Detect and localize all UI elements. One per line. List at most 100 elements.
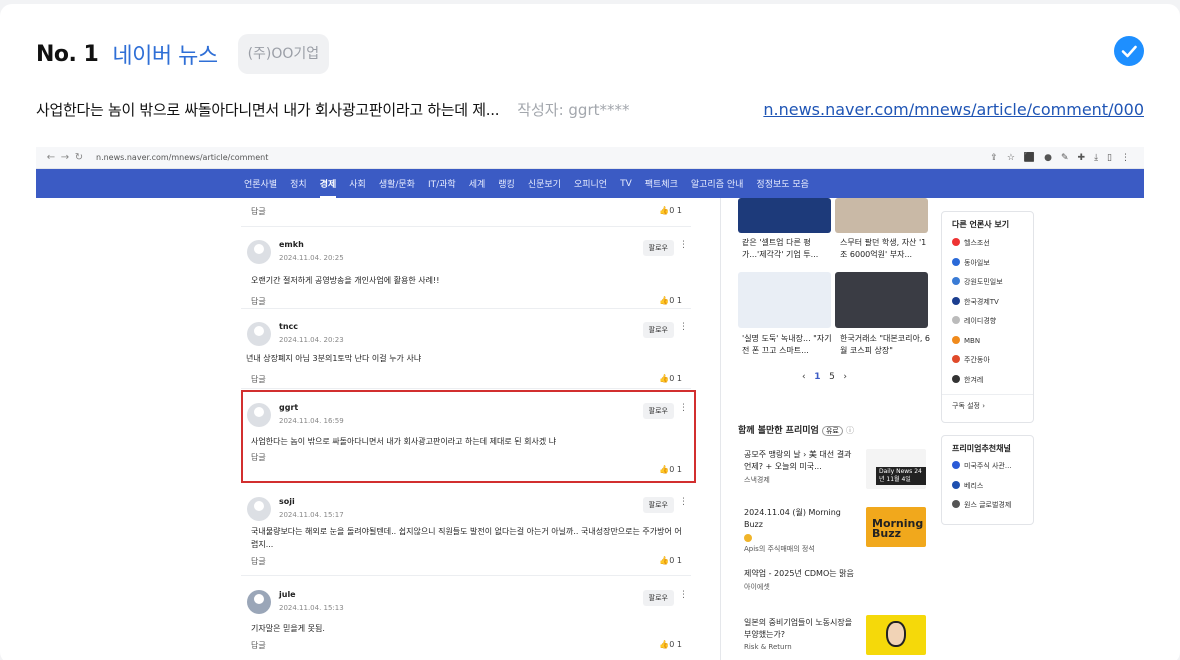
reply-button[interactable]: 답글 [251, 206, 266, 217]
premium-item[interactable]: 2024.11.04 (월) Morning Buzz Apis의 주식매매의 … [744, 507, 926, 554]
news-thumbnail[interactable] [738, 198, 831, 233]
press-item[interactable]: 주간동아 [942, 351, 1033, 371]
menu-icon[interactable]: ⋮ [1121, 153, 1130, 163]
subscription-settings[interactable]: 구독 설정 › [942, 394, 1033, 417]
nav-item[interactable]: 랭킹 [498, 177, 515, 190]
vote-counts[interactable]: 👍0 1 [659, 296, 682, 305]
site-name[interactable]: 네이버 뉴스 [112, 38, 218, 70]
recommend-box-title: 프리미엄추천채널 [952, 444, 1011, 453]
check-icon[interactable] [1114, 36, 1144, 66]
premium-title: 함께 볼만한 프리미엄 유료 ⓘ [738, 426, 854, 436]
nav-item-active[interactable]: 경제 [319, 177, 337, 198]
news-caption[interactable]: '실명 도둑' 녹내장... "자기 전 폰 끄고 스마트... [742, 333, 832, 357]
extension-icon[interactable]: ⬛ [1024, 153, 1035, 163]
press-item[interactable]: 레이디경향 [942, 312, 1033, 332]
nav-item[interactable]: IT/과학 [428, 177, 456, 190]
follow-button[interactable]: 팔로우 [642, 240, 674, 256]
record-icon[interactable]: ● [1044, 153, 1052, 163]
news-thumbnail[interactable] [835, 198, 928, 233]
nav-item[interactable]: 오피니언 [574, 177, 607, 190]
premium-image: Morning Buzz [866, 507, 926, 547]
sidepanel-icon[interactable]: ▯ [1107, 153, 1112, 163]
pen-icon[interactable]: ✎ [1061, 153, 1069, 163]
comment-author[interactable]: tncc [279, 322, 298, 331]
press-item[interactable]: MBN [942, 332, 1033, 352]
press-item[interactable]: 헬스조선 [942, 234, 1033, 254]
recommend-box: 프리미엄추천채널 미국주식 사관... 베리스 원스 글로벌경제 [941, 435, 1034, 525]
vote-counts[interactable]: 👍0 1 [659, 374, 682, 383]
follow-button[interactable]: 팔로우 [642, 322, 674, 338]
comment-author[interactable]: jule [279, 590, 296, 599]
nav-item[interactable]: 언론사별 [244, 177, 277, 190]
nav-item[interactable]: TV [620, 179, 632, 189]
paid-badge: 유료 [821, 426, 843, 436]
premium-image: Daily News 24년 11월 4일 [866, 449, 926, 489]
news-thumbnail[interactable] [835, 272, 928, 328]
nav-item[interactable]: 팩트체크 [645, 177, 678, 190]
back-icon[interactable]: ← [44, 152, 58, 163]
press-item[interactable]: 강원도민일보 [942, 273, 1033, 293]
reply-button[interactable]: 답글 [251, 296, 266, 307]
reply-button[interactable]: 답글 [251, 556, 266, 567]
pager-current[interactable]: 1 [814, 372, 820, 382]
share-icon[interactable]: ⇪ [990, 153, 998, 163]
news-caption[interactable]: 같은 '셀트업 다른 평가...'제각각' 기업 투... [742, 237, 832, 261]
press-item[interactable]: 한겨레 [942, 371, 1033, 391]
puzzle-icon[interactable]: ✚ [1078, 153, 1086, 163]
more-icon[interactable]: ⋮ [679, 240, 688, 250]
recommend-item[interactable]: 원스 글로벌경제 [942, 496, 1033, 516]
more-icon[interactable]: ⋮ [679, 322, 688, 332]
comment-author[interactable]: soji [279, 497, 295, 506]
browser-url[interactable]: n.news.naver.com/mnews/article/comment [96, 153, 268, 162]
news-caption[interactable]: 한국거래소 "대본코리아, 6월 코스피 상장" [840, 333, 930, 357]
more-icon[interactable]: ⋮ [679, 497, 688, 507]
more-icon[interactable]: ⋮ [679, 590, 688, 600]
source-link[interactable]: n.news.naver.com/mnews/article/comment/0… [763, 100, 1144, 119]
chevron-left-icon[interactable]: ‹ [802, 372, 806, 382]
news-caption[interactable]: 스무터 팔던 학생, 자산 '1조 6000억원' 부자... [840, 237, 930, 261]
avatar [247, 240, 271, 264]
vote-counts[interactable]: 👍0 1 [659, 640, 682, 649]
follow-button[interactable]: 팔로우 [642, 590, 674, 606]
nav-item[interactable]: 생활/문화 [379, 177, 415, 190]
result-card: No. 1 네이버 뉴스 (주)OO기업 사업한다는 놈이 밖으로 싸돌아다니면… [0, 4, 1180, 660]
vote-counts[interactable]: 👍0 1 [659, 206, 682, 215]
comment-text: 년내 상장폐지 아님 3분의1토막 난다 이걸 누가 사냐 [246, 354, 422, 363]
comment-author[interactable]: emkh [279, 240, 304, 249]
premium-item[interactable]: 제약업 - 2025년 CDMO는 맑음 아이에셋 [744, 568, 926, 592]
nav-item[interactable]: 정정보도 모음 [756, 177, 809, 190]
press-item[interactable]: 동아일보 [942, 254, 1033, 274]
pager-total: 5 [829, 372, 835, 382]
vote-counts[interactable]: 👍0 1 [659, 556, 682, 565]
info-icon[interactable]: ⓘ [846, 426, 854, 435]
result-header: No. 1 네이버 뉴스 (주)OO기업 [36, 34, 330, 74]
chevron-right-icon[interactable]: › [843, 372, 847, 382]
reply-button[interactable]: 답글 [251, 640, 266, 651]
reply-button[interactable]: 답글 [251, 374, 266, 385]
divider [241, 388, 691, 389]
comment-text: 기자말은 믿을게 못됨. [251, 624, 325, 633]
nav-item[interactable]: 알고리즘 안내 [691, 177, 744, 190]
press-item[interactable]: 한국경제TV [942, 293, 1033, 313]
reload-icon[interactable]: ↻ [72, 152, 86, 163]
browser-toolbar: ← → ↻ n.news.naver.com/mnews/article/com… [36, 147, 1144, 169]
follow-button[interactable]: 팔로우 [642, 497, 674, 513]
forward-icon[interactable]: → [58, 152, 72, 163]
nav-item[interactable]: 세계 [469, 177, 486, 190]
news-thumbnail[interactable] [738, 272, 831, 328]
download-icon[interactable]: ⤓ [1094, 153, 1098, 163]
recommend-item[interactable]: 베리스 [942, 477, 1033, 497]
avatar [247, 590, 271, 614]
premium-item[interactable]: 일본의 중비기업들이 노동시장을 부양했는가? Risk & Return [744, 615, 926, 655]
comment-date: 2024.11.04. 20:23 [279, 336, 344, 344]
recommend-item[interactable]: 미국주식 사관... [942, 457, 1033, 477]
comment-excerpt: 사업한다는 놈이 밖으로 싸돌아다니면서 내가 회사광고판이라고 하는데 제..… [36, 100, 500, 119]
divider [241, 226, 691, 227]
nav-item[interactable]: 정치 [290, 177, 307, 190]
star-icon[interactable]: ☆ [1007, 153, 1015, 163]
nav-item[interactable]: 신문보기 [528, 177, 561, 190]
comment-text: 오랜기간 절저하게 공영방송을 개인사업에 활용한 사례!! [251, 276, 440, 285]
divider [241, 575, 691, 576]
premium-item[interactable]: 공모주 맹랑의 날 › 美 대선 결과 언제? + 오늘의 미국... 스낵경제… [744, 449, 926, 489]
nav-item[interactable]: 사회 [349, 177, 366, 190]
